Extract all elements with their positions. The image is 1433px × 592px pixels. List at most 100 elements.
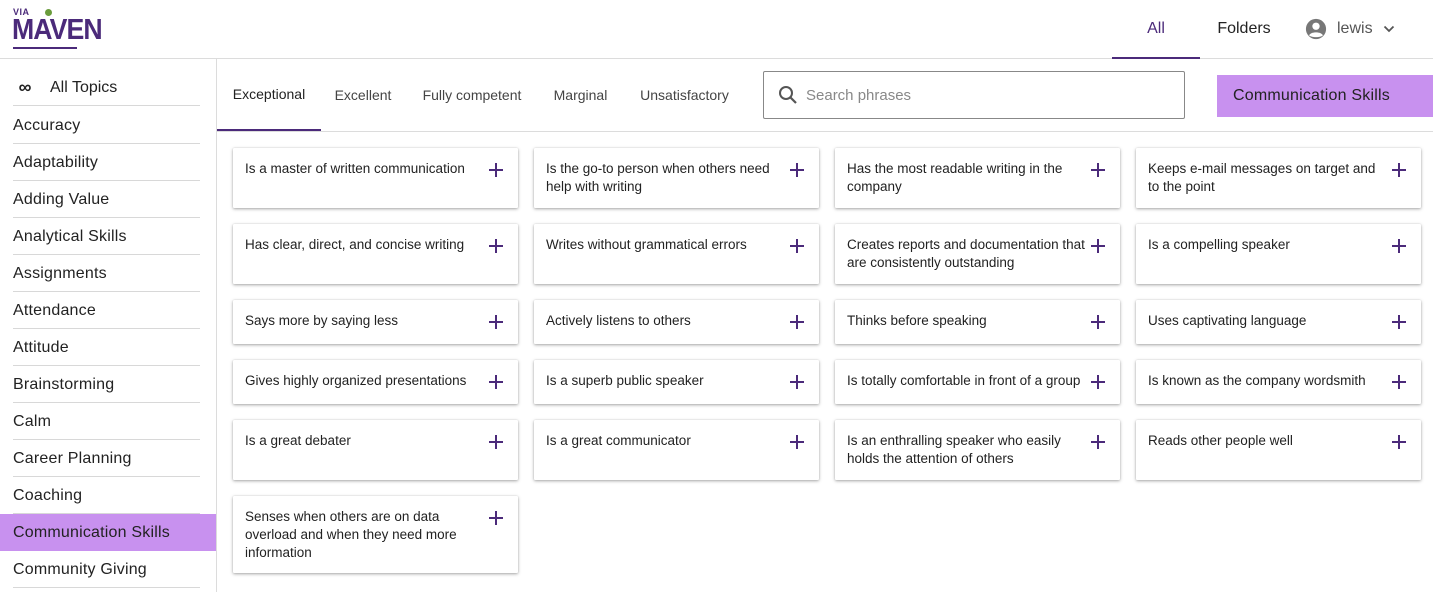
phrase-card[interactable]: Thinks before speaking: [835, 300, 1120, 344]
user-name: lewis: [1337, 20, 1373, 37]
phrase-card[interactable]: Is an enthralling speaker who easily hol…: [835, 420, 1120, 480]
tab-excellent[interactable]: Excellent: [321, 59, 405, 131]
sidebar-item-adaptability[interactable]: Adaptability: [0, 144, 216, 181]
add-phrase-icon[interactable]: [789, 162, 805, 178]
phrase-text: Gives highly organized presentations: [245, 373, 467, 388]
phrase-card[interactable]: Is a superb public speaker: [534, 360, 819, 404]
tab-unsatisfactory[interactable]: Unsatisfactory: [631, 59, 738, 131]
tab-fully-competent[interactable]: Fully competent: [407, 59, 537, 131]
sidebar-item-attendance[interactable]: Attendance: [0, 292, 216, 329]
add-phrase-icon[interactable]: [488, 510, 504, 526]
user-menu[interactable]: lewis: [1305, 17, 1395, 41]
phrase-card[interactable]: Is a great debater: [233, 420, 518, 480]
search-input[interactable]: [806, 86, 1166, 104]
phrase-grid: Is a master of written communication Is t…: [217, 133, 1433, 592]
phrase-card[interactable]: Is a compelling speaker: [1136, 224, 1421, 284]
add-phrase-icon[interactable]: [488, 374, 504, 390]
add-phrase-icon[interactable]: [488, 434, 504, 450]
phrase-card[interactable]: Actively listens to others: [534, 300, 819, 344]
phrase-text: Writes without grammatical errors: [546, 237, 747, 252]
nav-tab-all[interactable]: All: [1112, 0, 1200, 59]
phrase-card[interactable]: Is known as the company wordsmith: [1136, 360, 1421, 404]
phrase-card[interactable]: Is a great communicator: [534, 420, 819, 480]
phrase-card[interactable]: Is the go-to person when others need hel…: [534, 148, 819, 208]
phrase-text: Thinks before speaking: [847, 313, 987, 328]
via-maven-logo[interactable]: VIA MAVEN: [12, 6, 103, 50]
search-box[interactable]: [763, 71, 1185, 119]
topic-list: Accuracy Adaptability Adding Value Analytic…: [0, 107, 216, 588]
add-phrase-icon[interactable]: [1090, 238, 1106, 254]
add-phrase-icon[interactable]: [789, 238, 805, 254]
phrase-text: Is a superb public speaker: [546, 373, 704, 388]
phrase-text: Creates reports and documentation that a…: [847, 237, 1085, 270]
phrase-card[interactable]: Has clear, direct, and concise writing: [233, 224, 518, 284]
phrase-text: Is a master of written communication: [245, 161, 465, 176]
phrase-text: Actively listens to others: [546, 313, 691, 328]
add-phrase-icon[interactable]: [1391, 314, 1407, 330]
sidebar-item-accuracy[interactable]: Accuracy: [0, 107, 216, 144]
phrase-text: Is known as the company wordsmith: [1148, 373, 1366, 388]
phrase-card[interactable]: Is totally comfortable in front of a gro…: [835, 360, 1120, 404]
phrase-card[interactable]: Says more by saying less: [233, 300, 518, 344]
add-phrase-icon[interactable]: [488, 238, 504, 254]
sidebar-item-career-planning[interactable]: Career Planning: [0, 440, 216, 477]
phrase-text: Senses when others are on data overload …: [245, 509, 457, 560]
add-phrase-icon[interactable]: [1391, 162, 1407, 178]
tab-exceptional[interactable]: Exceptional: [217, 59, 321, 131]
phrase-text: Reads other people well: [1148, 433, 1293, 448]
category-button[interactable]: Communication Skills: [1217, 75, 1433, 117]
phrase-text: Has the most readable writing in the com…: [847, 161, 1063, 194]
tab-marginal[interactable]: Marginal: [543, 59, 618, 131]
phrase-card[interactable]: Has the most readable writing in the com…: [835, 148, 1120, 208]
add-phrase-icon[interactable]: [1090, 374, 1106, 390]
all-topics-label: All Topics: [50, 78, 118, 96]
add-phrase-icon[interactable]: [488, 162, 504, 178]
rating-tabs-bar: Exceptional Excellent Fully competent Ma…: [217, 59, 1433, 132]
phrase-card[interactable]: Senses when others are on data overload …: [233, 496, 518, 573]
user-avatar-icon: [1305, 18, 1327, 40]
phrase-text: Is an enthralling speaker who easily hol…: [847, 433, 1061, 466]
add-phrase-icon[interactable]: [1090, 162, 1106, 178]
phrase-card[interactable]: Is a master of written communication: [233, 148, 518, 208]
infinity-icon: ∞: [18, 77, 32, 97]
sidebar-item-communication-skills[interactable]: Communication Skills: [0, 514, 216, 551]
phrase-card[interactable]: Gives highly organized presentations: [233, 360, 518, 404]
phrase-card[interactable]: Writes without grammatical errors: [534, 224, 819, 284]
sidebar-item-coaching[interactable]: Coaching: [0, 477, 216, 514]
logo-maven-text: MAVEN: [12, 14, 103, 46]
add-phrase-icon[interactable]: [1391, 434, 1407, 450]
phrase-card[interactable]: Creates reports and documentation that a…: [835, 224, 1120, 284]
sidebar-item-adding-value[interactable]: Adding Value: [0, 181, 216, 218]
search-icon: [779, 86, 797, 104]
sidebar-item-community-giving[interactable]: Community Giving: [0, 551, 216, 588]
phrase-text: Keeps e-mail messages on target and to t…: [1148, 161, 1376, 194]
phrase-text: Is a great communicator: [546, 433, 691, 448]
phrase-text: Is a compelling speaker: [1148, 237, 1290, 252]
phrase-text: Is the go-to person when others need hel…: [546, 161, 770, 194]
add-phrase-icon[interactable]: [789, 314, 805, 330]
sidebar-item-calm[interactable]: Calm: [0, 403, 216, 440]
add-phrase-icon[interactable]: [789, 434, 805, 450]
all-topics-link[interactable]: ∞ All Topics: [13, 70, 200, 106]
phrase-text: Says more by saying less: [245, 313, 399, 328]
add-phrase-icon[interactable]: [789, 374, 805, 390]
phrase-text: Uses captivating language: [1148, 313, 1307, 328]
phrase-card[interactable]: Keeps e-mail messages on target and to t…: [1136, 148, 1421, 208]
chevron-down-icon: [1383, 25, 1394, 33]
sidebar-item-brainstorming[interactable]: Brainstorming: [0, 366, 216, 403]
phrase-card[interactable]: Uses captivating language: [1136, 300, 1421, 344]
logo-underline: [13, 47, 77, 49]
add-phrase-icon[interactable]: [1391, 374, 1407, 390]
add-phrase-icon[interactable]: [1090, 314, 1106, 330]
sidebar-item-analytical-skills[interactable]: Analytical Skills: [0, 218, 216, 255]
app-header: VIA MAVEN All Folders lewis: [0, 0, 1433, 59]
phrase-text: Is a great debater: [245, 433, 351, 448]
add-phrase-icon[interactable]: [1090, 434, 1106, 450]
add-phrase-icon[interactable]: [1391, 238, 1407, 254]
topics-sidebar: ∞ All Topics Accuracy Adaptability Adding …: [0, 59, 217, 592]
sidebar-item-attitude[interactable]: Attitude: [0, 329, 216, 366]
phrase-card[interactable]: Reads other people well: [1136, 420, 1421, 480]
nav-tab-folders[interactable]: Folders: [1208, 0, 1280, 58]
sidebar-item-assignments[interactable]: Assignments: [0, 255, 216, 292]
add-phrase-icon[interactable]: [488, 314, 504, 330]
